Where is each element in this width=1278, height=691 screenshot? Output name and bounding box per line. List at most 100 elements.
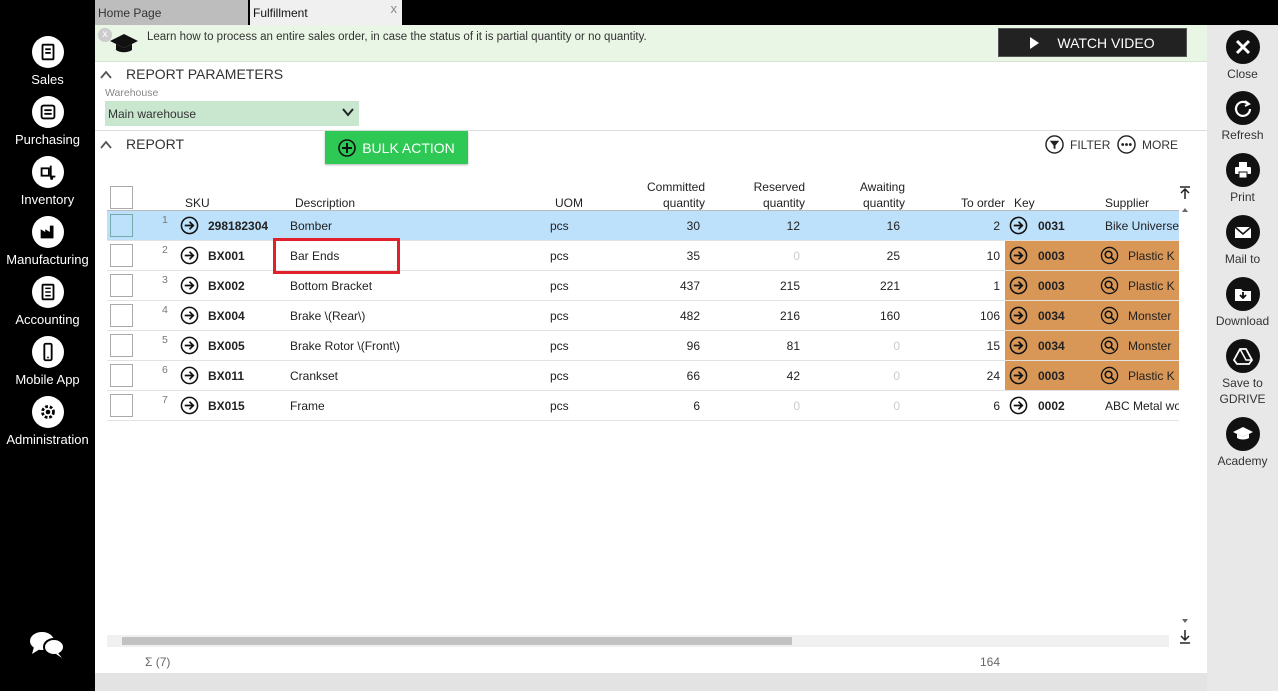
tab-fulfillment[interactable]: Fulfillment x bbox=[250, 0, 402, 25]
header-awaiting[interactable]: Awaiting quantity bbox=[817, 179, 905, 211]
mail-to-button[interactable]: Mail to bbox=[1207, 215, 1278, 267]
download-button[interactable]: Download bbox=[1207, 277, 1278, 329]
open-item-arrow-icon[interactable] bbox=[180, 306, 199, 325]
uom-cell: pcs bbox=[550, 309, 569, 323]
nav-manufacturing[interactable]: Manufacturing bbox=[0, 216, 95, 267]
watch-video-button[interactable]: WATCH VIDEO bbox=[998, 28, 1187, 57]
open-item-arrow-icon[interactable] bbox=[180, 336, 199, 355]
key-cell: 0003 bbox=[1038, 249, 1065, 263]
open-key-arrow-icon[interactable] bbox=[1009, 246, 1028, 265]
mail-icon bbox=[1225, 215, 1260, 249]
report-header[interactable]: REPORT bbox=[100, 136, 184, 152]
toolbar-label: Print bbox=[1230, 190, 1255, 204]
highlight-box bbox=[273, 238, 400, 274]
search-icon[interactable] bbox=[1100, 246, 1119, 265]
nav-mobile-app[interactable]: Mobile App bbox=[0, 336, 95, 387]
table-row[interactable]: 3 BX002 Bottom Bracket pcs 437 215 221 1 0003 Pla… bbox=[107, 271, 1179, 301]
vertical-scrollbar[interactable] bbox=[1179, 185, 1191, 645]
uom-cell: pcs bbox=[550, 399, 569, 413]
save-to-gdrive-button[interactable]: Save to GDRIVE bbox=[1207, 339, 1278, 407]
open-key-arrow-icon[interactable] bbox=[1009, 276, 1028, 295]
warehouse-label: Warehouse bbox=[105, 87, 159, 99]
supplier-cell: Monster bbox=[1128, 309, 1172, 323]
nav-label: Mobile App bbox=[15, 372, 80, 387]
tab-bar: Home Page Fulfillment x bbox=[95, 0, 1278, 25]
mobile-icon bbox=[31, 336, 64, 368]
bulk-action-label: BULK ACTION bbox=[362, 139, 455, 156]
awaiting-cell: 0 bbox=[893, 399, 900, 413]
search-icon[interactable] bbox=[1100, 276, 1119, 295]
close-button[interactable]: Close bbox=[1207, 30, 1278, 82]
header-uom[interactable]: UOM bbox=[555, 195, 583, 211]
open-item-arrow-icon[interactable] bbox=[180, 216, 199, 235]
refresh-button[interactable]: Refresh bbox=[1207, 91, 1278, 143]
description-cell: Crankset bbox=[290, 369, 339, 383]
table-row[interactable]: 5 BX005 Brake Rotor \(Front\) pcs 96 81 0 15 003… bbox=[107, 331, 1179, 361]
search-icon[interactable] bbox=[1100, 336, 1119, 355]
row-checkbox[interactable] bbox=[110, 214, 133, 237]
open-key-arrow-icon[interactable] bbox=[1009, 306, 1028, 325]
header-description[interactable]: Description bbox=[295, 195, 355, 211]
table-row[interactable]: 4 BX004 Brake \(Rear\) pcs 482 216 160 106 0034 M… bbox=[107, 301, 1179, 331]
warehouse-select[interactable]: Main warehouse bbox=[105, 101, 359, 126]
bulk-action-button[interactable]: BULK ACTION bbox=[325, 131, 468, 164]
header-sku[interactable]: SKU bbox=[185, 195, 210, 211]
nav-administration[interactable]: Administration bbox=[0, 396, 95, 447]
row-checkbox[interactable] bbox=[110, 304, 133, 327]
banner-text: Learn how to process an entire sales ord… bbox=[147, 31, 647, 43]
nav-accounting[interactable]: Accounting bbox=[0, 276, 95, 327]
filter-label: FILTER bbox=[1070, 137, 1111, 152]
open-item-arrow-icon[interactable] bbox=[180, 366, 199, 385]
chat-icon[interactable] bbox=[28, 628, 66, 660]
open-key-arrow-icon[interactable] bbox=[1009, 366, 1028, 385]
filter-button[interactable]: FILTER bbox=[1045, 135, 1110, 154]
awaiting-cell: 25 bbox=[886, 249, 900, 263]
row-checkbox[interactable] bbox=[110, 394, 133, 417]
row-checkbox[interactable] bbox=[110, 364, 133, 387]
header-supplier[interactable]: Supplier bbox=[1105, 195, 1149, 211]
row-number: 1 bbox=[162, 214, 168, 226]
bottom-bar bbox=[95, 673, 1207, 691]
academy-button[interactable]: Academy bbox=[1207, 417, 1278, 469]
nav-sales[interactable]: Sales bbox=[0, 36, 95, 87]
header-key[interactable]: Key bbox=[1014, 195, 1035, 211]
header-committed[interactable]: Committed quantity bbox=[617, 179, 705, 211]
sku-cell: BX005 bbox=[208, 339, 245, 353]
select-all-checkbox[interactable] bbox=[110, 186, 133, 209]
graduation-cap-icon bbox=[1225, 417, 1260, 451]
nav-inventory[interactable]: Inventory bbox=[0, 156, 95, 207]
scrollbar-thumb[interactable] bbox=[122, 637, 792, 645]
row-number: 7 bbox=[162, 394, 168, 406]
row-checkbox[interactable] bbox=[110, 244, 133, 267]
open-item-arrow-icon[interactable] bbox=[180, 276, 199, 295]
row-checkbox[interactable] bbox=[110, 334, 133, 357]
watch-video-label: WATCH VIDEO bbox=[1057, 34, 1155, 51]
row-checkbox[interactable] bbox=[110, 274, 133, 297]
open-item-arrow-icon[interactable] bbox=[180, 246, 199, 265]
nav-purchasing[interactable]: Purchasing bbox=[0, 96, 95, 147]
search-icon[interactable] bbox=[1100, 366, 1119, 385]
open-key-arrow-icon[interactable] bbox=[1009, 396, 1028, 415]
report-parameters-header[interactable]: REPORT PARAMETERS bbox=[100, 66, 283, 82]
nav-label: Accounting bbox=[15, 312, 80, 327]
print-button[interactable]: Print bbox=[1207, 153, 1278, 205]
search-icon[interactable] bbox=[1100, 306, 1119, 325]
header-to-order[interactable]: To order bbox=[927, 195, 1005, 211]
tab-home-page[interactable]: Home Page bbox=[95, 0, 248, 25]
open-key-arrow-icon[interactable] bbox=[1009, 336, 1028, 355]
open-key-arrow-icon[interactable] bbox=[1009, 216, 1028, 235]
tab-label: Home Page bbox=[98, 6, 162, 20]
to-order-cell: 2 bbox=[993, 219, 1000, 233]
table-row[interactable]: 1 298182304 Bomber pcs 30 12 16 2 0031 Bike Unive… bbox=[107, 211, 1179, 241]
uom-cell: pcs bbox=[550, 219, 569, 233]
table-row[interactable]: 6 BX011 Crankset pcs 66 42 0 24 0003 Plastic K bbox=[107, 361, 1179, 391]
header-reserved[interactable]: Reserved quantity bbox=[717, 179, 805, 211]
horizontal-scrollbar[interactable] bbox=[107, 635, 1169, 647]
open-item-arrow-icon[interactable] bbox=[180, 396, 199, 415]
table-row[interactable]: 7 BX015 Frame pcs 6 0 0 6 0002 ABC Metal wo bbox=[107, 391, 1179, 421]
more-button[interactable]: MORE bbox=[1117, 135, 1178, 154]
table-row[interactable]: 2 BX001 Bar Ends pcs 35 0 25 10 0003 Plastic K bbox=[107, 241, 1179, 271]
close-tab-icon[interactable]: x bbox=[391, 1, 398, 16]
section-title: REPORT PARAMETERS bbox=[126, 66, 284, 82]
plus-icon bbox=[338, 138, 357, 157]
